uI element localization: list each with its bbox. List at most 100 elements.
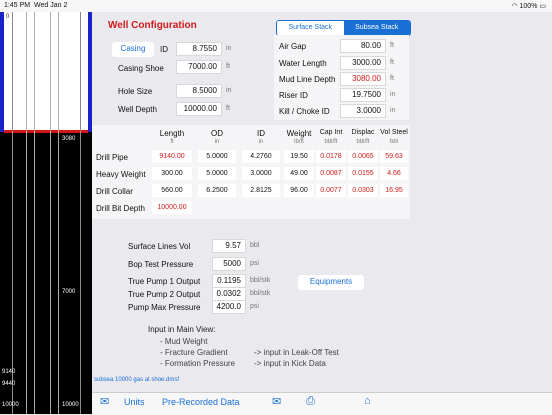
stack-row-unit: in (390, 91, 396, 98)
depth-9140: 9140 (2, 369, 16, 375)
input-cell[interactable]: 9140.00 (152, 150, 192, 163)
note-mud-weight: - Mud Weight (160, 337, 208, 346)
input-cell[interactable]: 3.0000 (242, 167, 280, 180)
stack-row-field[interactable]: 3080.00 (340, 72, 386, 86)
note-fracture-gradient: - Fracture Gradient (160, 348, 228, 357)
casing-shoe-unit: ft (226, 63, 230, 70)
input-cell[interactable]: 5.0000 (198, 150, 236, 163)
stack-row-unit: ft (390, 42, 394, 49)
column-unit: lb/ft (294, 139, 304, 145)
surface-lines-label: Surface Lines Vol (128, 242, 191, 251)
stack-row-label: Water Length (279, 59, 327, 68)
pipe-inner-right (50, 12, 51, 414)
stack-toggle[interactable]: Surface Stack Subsea Stack (276, 20, 411, 36)
computed-cell: 0.0077 (316, 184, 346, 197)
input-cell[interactable]: 2.8125 (242, 184, 280, 197)
computed-cell: 0.0178 (316, 150, 346, 163)
casing-shoe-field[interactable]: 7000.00 (176, 60, 222, 74)
column-header: OD (211, 129, 223, 138)
pump-max-field[interactable]: 4200.0 (212, 300, 246, 314)
pump-max-label: Pump Max Pressure (128, 303, 201, 312)
computed-cell: 0.0087 (316, 167, 346, 180)
hole-size-field[interactable]: 8.5000 (176, 84, 222, 98)
stack-row-field[interactable]: 3000.00 (340, 56, 386, 70)
input-cell[interactable]: 300.00 (152, 167, 192, 180)
casing-shoe-label: Casing Shoe (118, 64, 164, 73)
pipe-row-name: Drill Collar (96, 187, 133, 196)
depth-top: 0 (6, 14, 10, 20)
status-bar: 1:45 PM Wed Jan 2 ◠ 100% ▭ (0, 0, 552, 12)
well-diagram: 0 3080 7000 9140 9440 10000 10000 (0, 12, 92, 414)
computed-cell: 16.95 (380, 184, 408, 197)
column-header: Weight (286, 129, 312, 138)
well-depth-field[interactable]: 10000.00 (176, 102, 222, 116)
units-button[interactable]: Units (124, 397, 145, 407)
wifi-icon: ◠ (511, 3, 518, 10)
depth-mudline: 3080 (62, 136, 76, 142)
input-cell[interactable]: 560.00 (152, 184, 192, 197)
pre-recorded-data-button[interactable]: Pre-Recorded Data (162, 397, 240, 407)
casing-line-right (80, 12, 81, 414)
pump-max-unit: psi (250, 303, 259, 310)
page-title: Well Configuration (108, 20, 197, 31)
hole-size-unit: in (226, 87, 232, 94)
well-depth-unit: ft (226, 105, 230, 112)
column-header: Length (159, 129, 185, 138)
status-time: 1:45 PM (4, 2, 31, 9)
input-cell[interactable]: 49.00 (284, 167, 314, 180)
save-icon[interactable]: ✉ (100, 395, 109, 408)
drill-bit-depth-value: 10000.00 (152, 201, 192, 214)
notes-heading: Input in Main View: (148, 325, 216, 334)
surface-lines-field[interactable]: 9.57 (212, 239, 246, 253)
input-cell[interactable]: 4.2760 (242, 150, 280, 163)
well-depth-label: Well Depth (118, 105, 157, 114)
input-cell[interactable]: 19.50 (284, 150, 314, 163)
bop-test-field[interactable]: 5000 (212, 257, 246, 271)
pump1-label: True Pump 1 Output (128, 277, 201, 286)
tab-surface-stack[interactable]: Surface Stack (277, 21, 344, 35)
computed-cell: 0.0155 (348, 167, 378, 180)
input-cell[interactable]: 6.2500 (198, 184, 236, 197)
stack-row-unit: in (390, 107, 396, 114)
mail-icon[interactable]: ✉ (272, 395, 281, 408)
column-unit: in (214, 139, 220, 145)
input-cell[interactable]: 5.0000 (198, 167, 236, 180)
equipments-button[interactable]: Equipments (298, 275, 364, 290)
tab-subsea-stack[interactable]: Subsea Stack (343, 21, 410, 35)
computed-cell: 4.66 (380, 167, 408, 180)
column-header: Displac (351, 129, 375, 136)
print-icon[interactable]: ⎙ (306, 395, 315, 408)
column-header: Vol Steel (380, 129, 408, 136)
column-header: ID (257, 129, 265, 138)
casing-id-field[interactable]: 8.7550 (176, 42, 222, 56)
bop-test-label: Bop Test Pressure (128, 260, 194, 269)
casing-line-left (12, 12, 13, 414)
column-unit: bbl/ft (356, 139, 370, 145)
casing-button[interactable]: Casing (112, 42, 154, 57)
pipe-line-left (26, 12, 27, 414)
computed-cell: 59.63 (380, 150, 408, 163)
pipe-row-name: Drill Pipe (96, 153, 129, 162)
input-cell[interactable]: 96.00 (284, 184, 314, 197)
stack-row-field[interactable]: 80.00 (340, 39, 386, 53)
column-unit: bbl (389, 139, 398, 145)
home-icon[interactable]: ⌂ (364, 395, 371, 407)
stack-row-field[interactable]: 19.7500 (340, 88, 386, 102)
pump2-field[interactable]: 0.0302 (212, 287, 246, 301)
depth-9440: 9440 (2, 381, 16, 387)
pipe-line-right (58, 12, 59, 414)
casing-id-unit: in (226, 45, 232, 52)
note-leak-off: -> input in Leak-Off Test (254, 348, 339, 357)
column-unit: in (258, 139, 264, 145)
status-date: Wed Jan 2 (34, 2, 68, 9)
pump1-field[interactable]: 0.1195 (212, 274, 246, 288)
column-header: Cap Int (319, 129, 343, 136)
computed-cell: 0.0303 (348, 184, 378, 197)
pump1-unit: bbl/stk (250, 277, 271, 284)
water-left (0, 12, 4, 132)
computed-cell: 0.0065 (348, 150, 378, 163)
depth-bottom-left: 10000 (2, 402, 19, 408)
stack-row-field[interactable]: 3.0000 (340, 104, 386, 118)
surface-lines-unit: bbl (250, 242, 260, 249)
stack-row-unit: ft (390, 59, 394, 66)
